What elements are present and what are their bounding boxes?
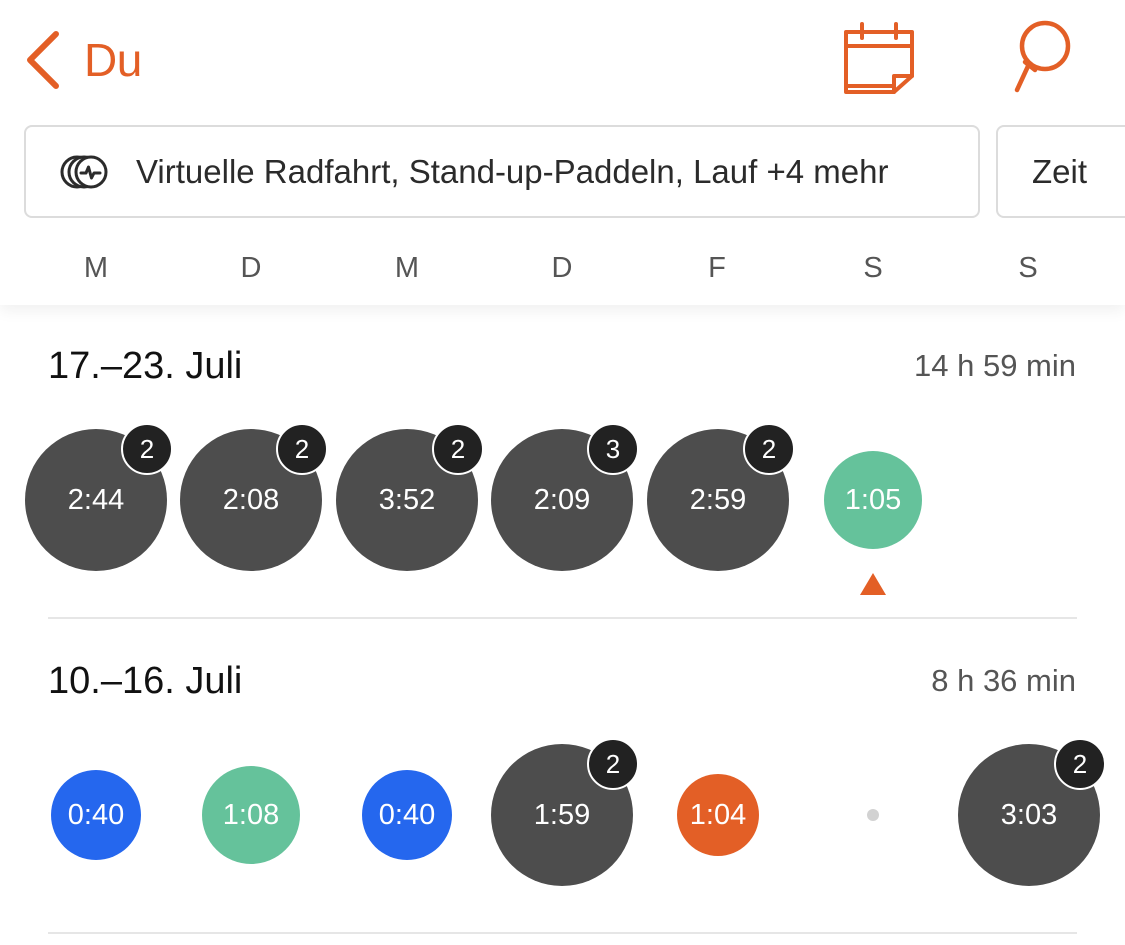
activity-count-badge: 2 xyxy=(121,423,173,475)
back-button[interactable]: Du xyxy=(22,28,142,92)
day-activity-bubble[interactable]: 0:40 xyxy=(51,770,141,860)
activity-duration: 0:40 xyxy=(378,798,436,831)
weekday-thursday: D xyxy=(551,252,573,284)
today-marker xyxy=(860,573,886,595)
weekday-tuesday: D xyxy=(240,252,262,284)
calendar-button[interactable] xyxy=(840,20,918,98)
week-total: 14 h 59 min xyxy=(914,348,1076,383)
back-label: Du xyxy=(84,34,142,86)
time-filter-button[interactable]: Zeit xyxy=(996,125,1125,218)
day-activity-bubble[interactable]: 0:40 xyxy=(362,770,452,860)
weekday-saturday: S xyxy=(863,252,883,284)
day-activity-bubble[interactable]: 1:04 xyxy=(677,774,759,856)
weekday-sunday: S xyxy=(1018,252,1038,284)
day-activity-bubble[interactable]: 1:05 xyxy=(824,451,922,549)
activity-duration: 1:05 xyxy=(844,483,902,516)
week-title: 10.–16. Juli xyxy=(48,660,243,702)
activity-duration: 3:52 xyxy=(378,483,436,516)
activity-duration: 2:09 xyxy=(533,483,591,516)
activity-duration: 2:44 xyxy=(67,483,125,516)
weekday-friday: F xyxy=(708,252,726,284)
calendar-icon xyxy=(844,22,914,94)
search-button[interactable] xyxy=(1005,18,1077,96)
chevron-left-icon xyxy=(27,31,59,89)
activity-duration: 1:59 xyxy=(533,798,591,831)
activity-count-badge: 2 xyxy=(432,423,484,475)
week-divider xyxy=(48,932,1077,934)
activity-count-badge: 2 xyxy=(587,738,639,790)
activity-duration: 3:03 xyxy=(1000,798,1058,831)
activity-duration: 0:40 xyxy=(67,798,125,831)
activity-count-badge: 2 xyxy=(1054,738,1106,790)
activity-duration: 2:59 xyxy=(689,483,747,516)
week-title: 17.–23. Juli xyxy=(48,345,243,387)
activity-count-badge: 3 xyxy=(587,423,639,475)
sport-filter-button[interactable]: Virtuelle Radfahrt, Stand-up-Paddeln, La… xyxy=(24,125,980,218)
top-bar: Du Virtuelle Radfahrt, Stand-up-Paddeln,… xyxy=(0,0,1125,305)
activity-stack-icon xyxy=(60,155,108,188)
weekday-monday: M xyxy=(83,252,109,284)
week-divider xyxy=(48,617,1077,619)
weekday-wednesday: M xyxy=(394,252,420,284)
activity-count-badge: 2 xyxy=(276,423,328,475)
activity-duration: 2:08 xyxy=(222,483,280,516)
day-activity-bubble[interactable]: 1:08 xyxy=(202,766,300,864)
search-icon xyxy=(1014,20,1071,93)
activity-count-badge: 2 xyxy=(743,423,795,475)
activity-duration: 1:08 xyxy=(222,798,280,831)
time-filter-label: Zeit xyxy=(1032,152,1088,190)
week-total: 8 h 36 min xyxy=(931,663,1076,698)
activity-duration: 1:04 xyxy=(689,798,747,831)
rest-day-dot xyxy=(867,809,879,821)
sport-filter-label: Virtuelle Radfahrt, Stand-up-Paddeln, La… xyxy=(136,152,889,190)
